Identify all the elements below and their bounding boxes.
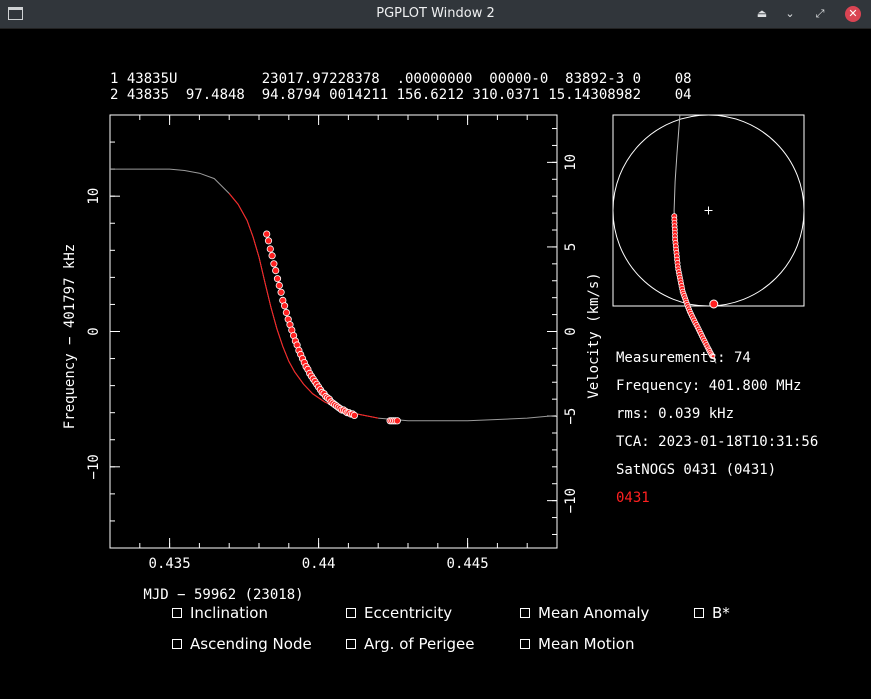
checkbox-icon[interactable] bbox=[520, 608, 530, 618]
close-icon: ✕ bbox=[848, 7, 858, 20]
plot-frame bbox=[109, 114, 558, 549]
ground-track-plot bbox=[612, 114, 805, 364]
measurement-point bbox=[272, 267, 280, 275]
info-tca: TCA: 2023-01-18T10:31:56 bbox=[616, 434, 818, 450]
y-tick-label: 10 bbox=[86, 188, 102, 205]
model-curve bbox=[110, 168, 558, 422]
track-end-point bbox=[709, 299, 719, 309]
measurement-point bbox=[393, 417, 401, 425]
y2-tick-label: 10 bbox=[563, 154, 579, 171]
minimize-icon: ⌄ bbox=[785, 7, 795, 20]
option-label: Mean Anomaly bbox=[538, 604, 650, 622]
option-inclination[interactable]: Inclination bbox=[172, 604, 268, 622]
window-titlebar[interactable]: PGPLOT Window 2 ⏏ ⌄ ⤢ ✕ bbox=[0, 0, 871, 29]
option-label: Arg. of Perigee bbox=[364, 635, 475, 653]
minimize-button[interactable]: ⌄ bbox=[782, 6, 798, 22]
info-station: SatNOGS 0431 (0431) bbox=[616, 462, 776, 478]
checkbox-icon[interactable] bbox=[346, 608, 356, 618]
y2-tick-label: 5 bbox=[563, 243, 579, 251]
x-tick-label: 0.44 bbox=[302, 556, 336, 572]
y2-tick-label: 0 bbox=[563, 327, 579, 335]
option-label: Mean Motion bbox=[538, 635, 635, 653]
measurement-point bbox=[280, 302, 289, 310]
info-station-code: 0431 bbox=[616, 490, 650, 506]
option-ascending-node[interactable]: Ascending Node bbox=[172, 635, 312, 653]
tle-line-1: 1 43835U 23017.97228378 .00000000 00000-… bbox=[110, 71, 692, 87]
info-measurements: Measurements: 74 bbox=[616, 350, 751, 366]
measurement-point bbox=[275, 281, 283, 290]
checkbox-icon[interactable] bbox=[346, 639, 356, 649]
checkbox-icon[interactable] bbox=[172, 639, 182, 649]
x-tick-label: 0.435 bbox=[149, 556, 191, 572]
option-label: Inclination bbox=[190, 604, 268, 622]
y-axis-label: Frequency − 401797 kHz bbox=[62, 244, 78, 429]
measurement-point bbox=[264, 237, 273, 245]
x-tick-label: 0.445 bbox=[447, 556, 489, 572]
measurement-point bbox=[263, 230, 271, 238]
option-mean-motion[interactable]: Mean Motion bbox=[520, 635, 635, 653]
window-title: PGPLOT Window 2 bbox=[376, 6, 495, 21]
restore-button[interactable]: ⤢ bbox=[812, 6, 828, 22]
restore-icon: ⤢ bbox=[815, 7, 825, 20]
option-label: Ascending Node bbox=[190, 635, 312, 653]
option-bstar[interactable]: B* bbox=[694, 604, 730, 622]
option-mean-anomaly[interactable]: Mean Anomaly bbox=[520, 604, 649, 622]
measurement-point bbox=[268, 252, 276, 260]
checkbox-icon[interactable] bbox=[520, 639, 530, 649]
y2-tick-label: −5 bbox=[563, 408, 579, 425]
option-label: Eccentricity bbox=[364, 604, 453, 622]
tle-line-2: 2 43835 97.4848 94.8794 0014211 156.6212… bbox=[110, 87, 692, 103]
y2-tick-label: −10 bbox=[563, 488, 579, 513]
measurement-point bbox=[270, 260, 278, 268]
plot-canvas[interactable]: 1 43835U 23017.97228378 .00000000 00000-… bbox=[0, 29, 871, 699]
checkbox-icon[interactable] bbox=[172, 608, 182, 618]
checkbox-icon[interactable] bbox=[694, 608, 704, 618]
keep-above-icon: ⏏ bbox=[756, 7, 768, 20]
option-label: B* bbox=[712, 604, 730, 622]
option-eccentricity[interactable]: Eccentricity bbox=[346, 604, 452, 622]
model-curve-highlight bbox=[228, 193, 379, 419]
y-tick-label: −10 bbox=[86, 454, 102, 479]
option-arg-of-perigee[interactable]: Arg. of Perigee bbox=[346, 635, 475, 653]
x-axis-label: MJD − 59962 (23018) bbox=[143, 587, 303, 603]
info-frequency: Frequency: 401.800 MHz bbox=[616, 378, 801, 394]
keep-above-button[interactable]: ⏏ bbox=[754, 6, 770, 22]
close-button[interactable]: ✕ bbox=[845, 6, 861, 22]
info-rms: rms: 0.039 kHz bbox=[616, 406, 734, 422]
measurement-point bbox=[282, 308, 290, 317]
y-tick-label: 0 bbox=[86, 327, 102, 335]
measurement-point bbox=[350, 411, 358, 419]
doppler-plot: 0.435 0.44 0.445 −10 0 10 −10 −5 0 5 10 MJD − 59962… bbox=[62, 114, 602, 603]
measurement-point bbox=[277, 288, 285, 296]
measurement-point bbox=[266, 245, 274, 253]
measurement-point bbox=[273, 275, 282, 283]
y2-axis-label: Velocity (km/s) bbox=[586, 272, 602, 398]
